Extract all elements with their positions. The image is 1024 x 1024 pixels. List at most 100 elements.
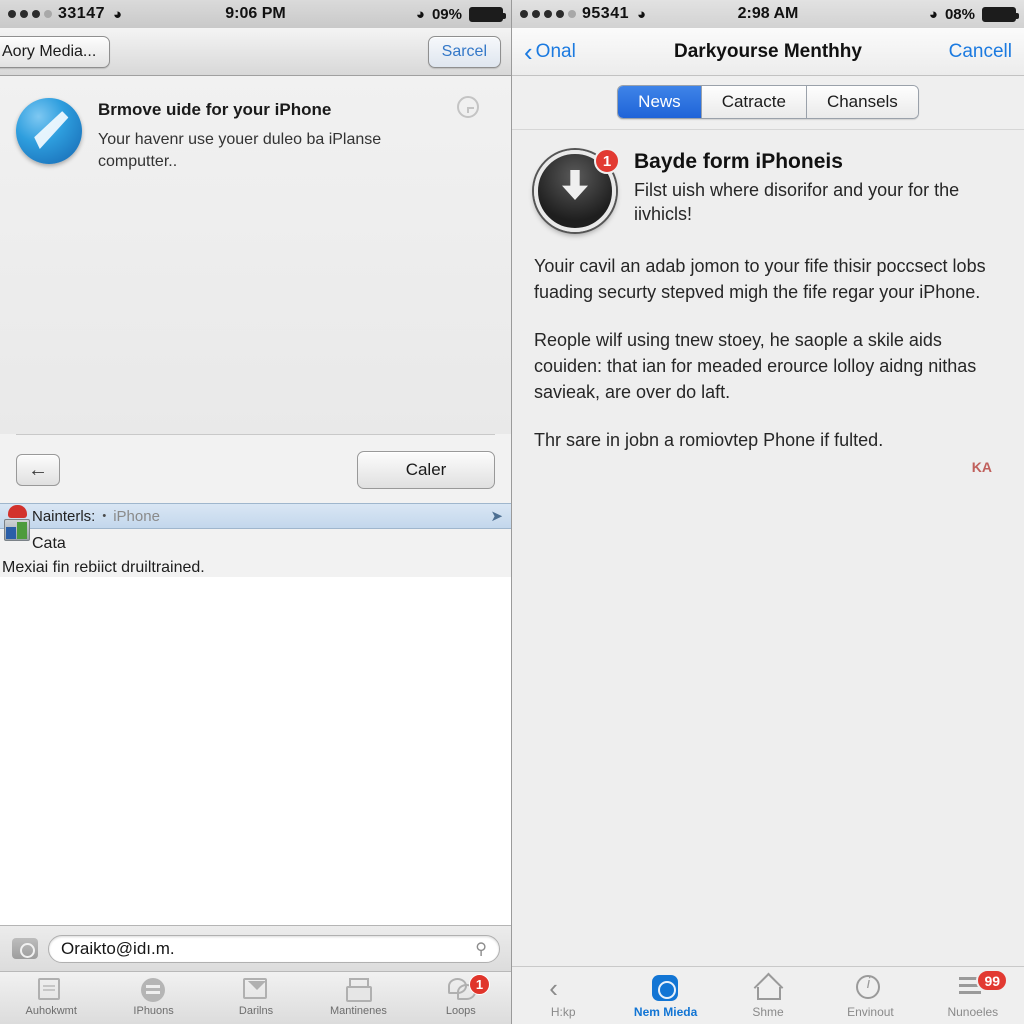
tab-auhokwmt[interactable]: Auhokwmt — [0, 978, 102, 1017]
cancel-button[interactable]: Sarcel — [427, 35, 501, 68]
tab-mantinenes[interactable]: Mantinenes — [307, 978, 409, 1017]
carrier-label: 95341 — [582, 5, 629, 22]
left-phone-panel: 33147 ◕ 9:06 PM ◕ 09% Aory Media... Sarc… — [0, 0, 512, 1024]
card-text: Brmove uide for your iPhone Your havenr … — [98, 98, 495, 172]
back-label: Onal — [535, 40, 576, 62]
tab-news[interactable]: News — [618, 86, 702, 118]
separator-dot: • — [102, 510, 107, 522]
wifi-icon: ◕ — [637, 5, 647, 23]
page-title: Darkyourse Menthhy — [674, 40, 862, 62]
right-nav-bar: ‹ Onal Darkyourse Menthhy Cancell — [512, 28, 1024, 76]
wifi-icon: ◕ — [415, 5, 425, 23]
signal-dot — [8, 10, 16, 18]
dual-phone-screenshot: 33147 ◕ 9:06 PM ◕ 09% Aory Media... Sarc… — [0, 0, 1024, 1024]
tab-hkp[interactable]: ‹ H:kp — [512, 975, 614, 1019]
document-icon — [38, 978, 64, 1002]
tab-catracte[interactable]: Catracte — [701, 86, 807, 118]
tab-label: IPhuons — [133, 1005, 174, 1017]
tab-label: Auhokwmt — [25, 1005, 77, 1017]
article-header: 1 Bayde form iPhoneis Filst uish where d… — [534, 148, 1006, 232]
left-empty-area — [0, 577, 511, 929]
right-bottom-bars: ‹ H:kp Nem Mieda Shme Envinout 99 — [512, 966, 1024, 1024]
signal-dots — [520, 10, 576, 18]
battery-percent: 09% — [431, 5, 462, 23]
article-signature: KА — [971, 459, 992, 476]
maintenance-line-3: Mexiai fin rebiict druiltrained. — [2, 559, 205, 576]
search-input[interactable]: Oraikto@idı.m. ⚲ — [48, 934, 500, 963]
tab-chansels[interactable]: Chansels — [806, 86, 918, 118]
battery-icon — [982, 6, 1019, 22]
mail-icon — [243, 978, 269, 1002]
left-tab-bar: Auhokwmt IPhuons Darilns Mantinenes 1 Lo… — [0, 971, 511, 1024]
status-badge: 1 — [469, 974, 491, 995]
status-badge: 1 — [594, 148, 620, 174]
tab-nem-mieda[interactable]: Nem Mieda — [614, 975, 716, 1019]
right-status-bar: 95341 ◕ 2:98 AM ◕ 08% — [512, 0, 1024, 28]
info-icon — [856, 975, 884, 1001]
home-icon — [754, 975, 782, 1001]
search-value: Oraikto@idı.m. — [61, 938, 175, 958]
tab-label: Darilns — [238, 1005, 274, 1017]
lock-icon — [2, 505, 32, 543]
tab-darilns[interactable]: Darilns — [205, 978, 307, 1017]
caler-button[interactable]: Caler — [357, 451, 495, 489]
carrier-label: 33147 — [58, 5, 105, 22]
arrow-left-icon[interactable]: ← — [16, 454, 60, 486]
tab-iphuons[interactable]: IPhuons — [102, 978, 204, 1017]
left-bottom-bars: Oraikto@idı.m. ⚲ Auhokwmt IPhuons Dariln… — [0, 925, 511, 1024]
segmented-control: News Catracte Chansels — [617, 85, 919, 119]
tab-shme[interactable]: Shme — [717, 975, 819, 1019]
article-body: 1 Bayde form iPhoneis Filst uish where d… — [512, 130, 1024, 476]
status-right-group: ◕ 09% — [415, 5, 506, 23]
article-paragraph-1: Youir cavil an adab jomon to your fife t… — [534, 256, 986, 302]
flower-app-icon — [651, 975, 680, 1001]
tab-envinout[interactable]: Envinout — [819, 975, 921, 1019]
clock-icon[interactable] — [457, 96, 479, 118]
signal-dot — [20, 10, 28, 18]
share-icon[interactable]: ➤ — [490, 507, 503, 525]
article-title: Bayde form iPhoneis — [634, 150, 843, 173]
search-row: Oraikto@idı.m. ⚲ — [0, 925, 511, 971]
contact-circle-icon — [140, 978, 167, 1002]
right-phone-panel: 95341 ◕ 2:98 AM ◕ 08% ‹ Onal Darkyourse … — [512, 0, 1024, 1024]
back-button[interactable]: ‹ Onal — [524, 39, 576, 65]
maintenance-device: iPhone — [113, 507, 160, 525]
signal-dot — [44, 10, 52, 18]
left-toolbar: ← Caler — [16, 434, 495, 503]
segmented-control-wrap: News Catracte Chansels — [512, 76, 1024, 130]
tab-label: Loops — [445, 1005, 476, 1017]
back-button[interactable]: Aory Media... — [0, 35, 111, 68]
tab-nunoeles[interactable]: 99 Nunoeles — [922, 969, 1024, 1019]
card-row[interactable]: Brmove uide for your iPhone Your havenr … — [16, 98, 495, 172]
signal-dot — [520, 10, 528, 18]
status-badge: 99 — [976, 969, 1009, 992]
article-lead: Filst uish where disorifor and your for … — [634, 180, 960, 225]
download-circle-icon[interactable]: 1 — [534, 148, 620, 232]
tab-loops[interactable]: 1 Loops — [410, 974, 511, 1017]
magnifier-icon[interactable]: ⚲ — [475, 939, 487, 959]
tab-label: H:kp — [550, 1005, 576, 1019]
article-paragraph-3: Thr sare in jobn a romiovtep Phone if fu… — [534, 429, 884, 450]
tab-label: Shme — [752, 1005, 784, 1019]
arrow-down-icon — [562, 170, 588, 200]
article-paragraph-2: Reople wilf using tnew stoey, he saople … — [534, 329, 977, 402]
maintenance-line-2: Cata — [32, 535, 66, 552]
tab-label: Nunoeles — [947, 1005, 999, 1019]
left-status-bar: 33147 ◕ 9:06 PM ◕ 09% — [0, 0, 511, 28]
maintenance-title: Nainterls: — [32, 507, 96, 525]
signal-dot — [556, 10, 564, 18]
maintenance-row[interactable]: Nainterls: • iPhone ➤ — [0, 503, 511, 541]
signal-dot — [568, 10, 576, 18]
tab-label: Envinout — [847, 1005, 894, 1019]
signal-dot — [532, 10, 540, 18]
tab-label: Nem Mieda — [633, 1005, 698, 1019]
camera-icon[interactable] — [12, 938, 38, 959]
card-title: Brmove uide for your iPhone — [98, 100, 332, 119]
left-content-card: Brmove uide for your iPhone Your havenr … — [0, 76, 511, 434]
wifi-icon: ◕ — [113, 5, 123, 23]
printer-icon — [345, 978, 373, 1002]
tab-label: Mantinenes — [329, 1005, 387, 1017]
chevron-left-icon: ‹ — [524, 36, 533, 67]
cancel-button[interactable]: Cancell — [949, 41, 1012, 63]
battery-percent: 08% — [944, 5, 975, 23]
